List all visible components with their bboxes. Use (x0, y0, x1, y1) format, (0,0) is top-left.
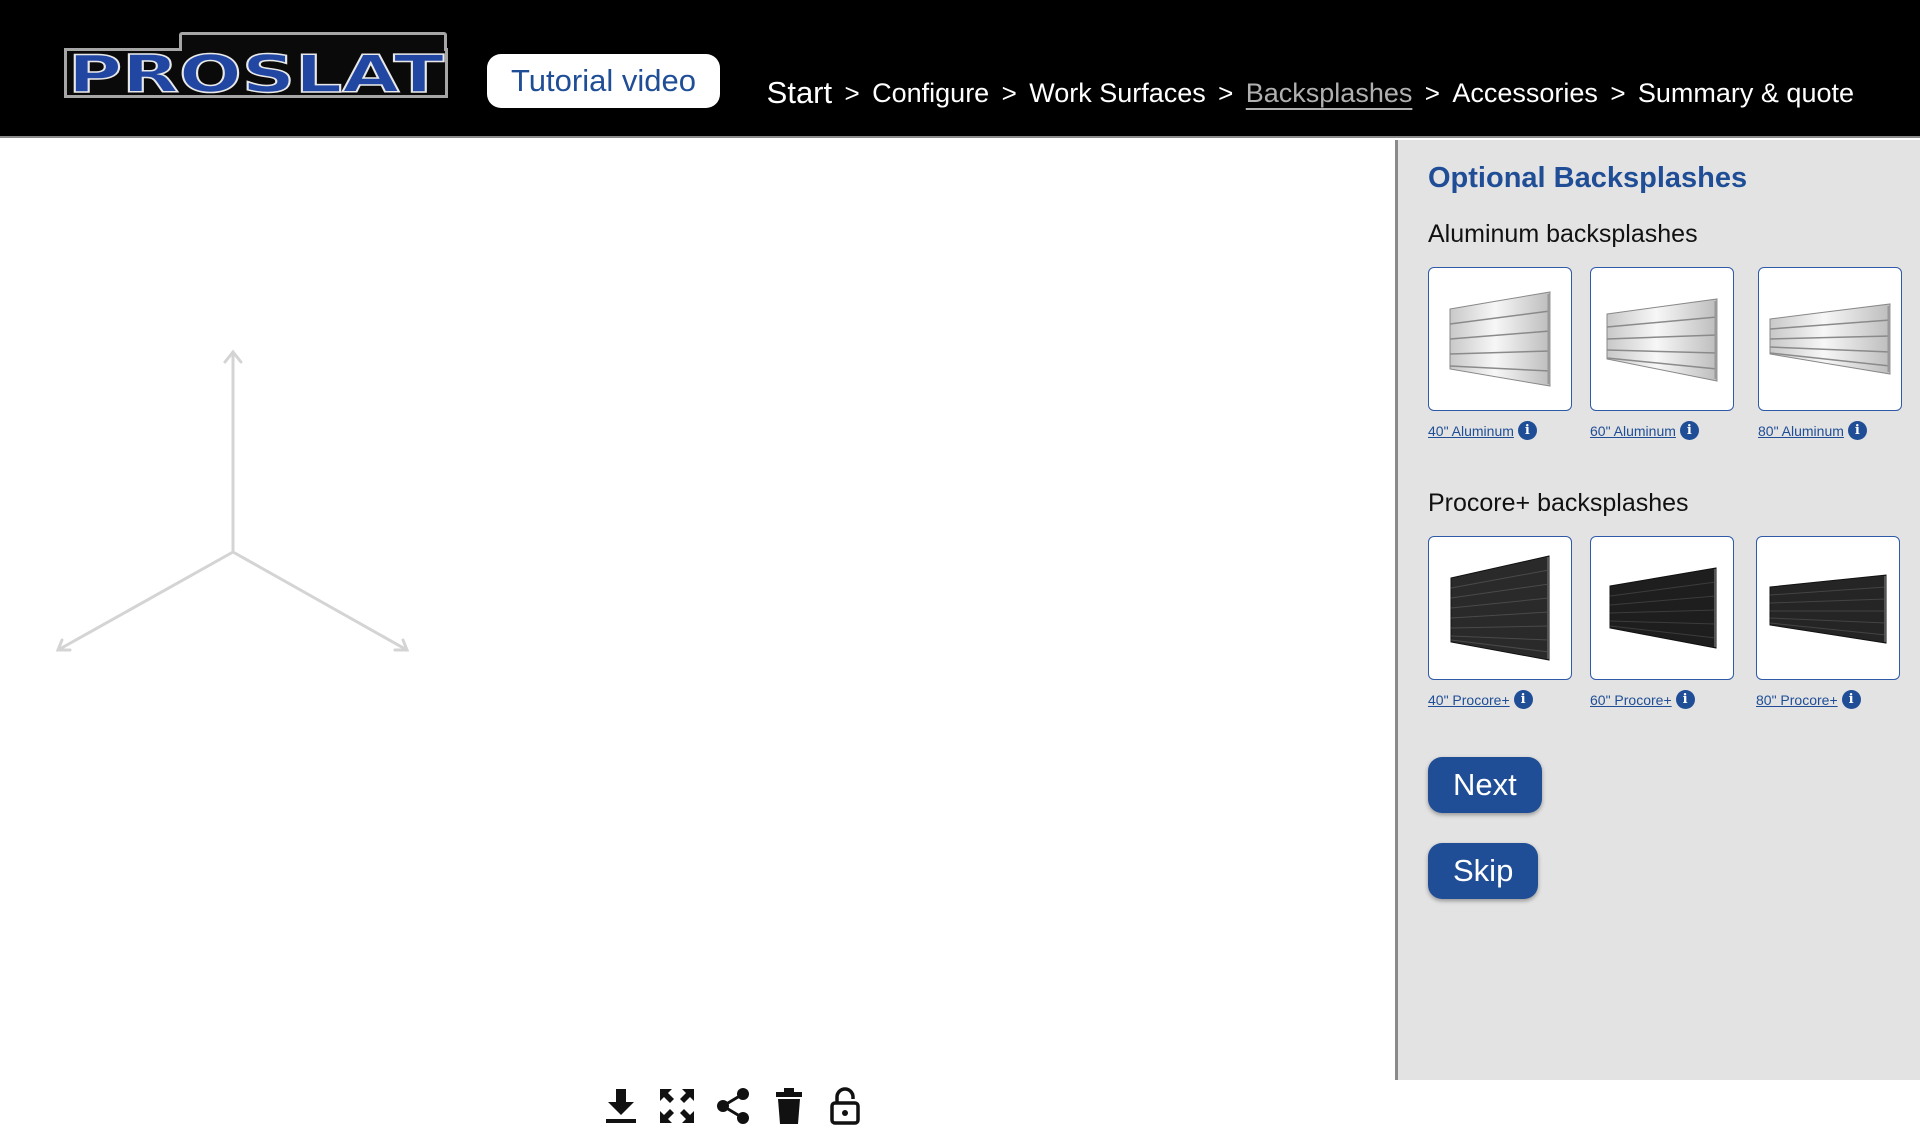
info-icon[interactable]: i (1675, 690, 1695, 709)
info-icon[interactable]: i (1847, 421, 1867, 440)
procore-60-thumbnail[interactable] (1590, 536, 1734, 680)
unlock-icon[interactable] (824, 1084, 866, 1128)
procore-options: 40" Procore+ i 60" Procore+ i 80" Procor… (1428, 536, 1900, 709)
aluminum-80-thumbnail[interactable] (1758, 267, 1902, 411)
procore-80-link[interactable]: 80" Procore+ (1756, 692, 1838, 708)
breadcrumb-backsplashes[interactable]: Backsplashes (1246, 78, 1413, 109)
trash-icon[interactable] (768, 1084, 810, 1128)
aluminum-40-thumbnail[interactable] (1428, 267, 1572, 411)
aluminum-section-title: Aluminum backsplashes (1428, 220, 1698, 248)
axis-gizmo (55, 349, 410, 652)
procore-40-link[interactable]: 40" Procore+ (1428, 692, 1510, 708)
procore-60-link[interactable]: 60" Procore+ (1590, 692, 1672, 708)
info-icon[interactable]: i (1679, 421, 1699, 440)
breadcrumb-summary-quote[interactable]: Summary & quote (1638, 78, 1854, 109)
aluminum-40-link[interactable]: 40" Aluminum (1428, 423, 1514, 439)
info-icon[interactable]: i (1841, 690, 1861, 709)
info-icon[interactable]: i (1513, 690, 1533, 709)
procore-section-title: Procore+ backsplashes (1428, 489, 1689, 517)
proslat-logo[interactable]: PROSLAT (64, 30, 448, 110)
aluminum-60-thumbnail[interactable] (1590, 267, 1734, 411)
aluminum-80-option[interactable]: 80" Aluminum i (1758, 267, 1902, 440)
3d-viewport[interactable] (0, 140, 1395, 1125)
breadcrumb-separator: > (1001, 77, 1017, 108)
breadcrumb: Start > Configure > Work Surfaces > Back… (767, 70, 1854, 116)
procore-60-option[interactable]: 60" Procore+ i (1590, 536, 1734, 709)
breadcrumb-work-surfaces[interactable]: Work Surfaces (1029, 78, 1206, 109)
breadcrumb-separator: > (1218, 77, 1234, 108)
panel-title: Optional Backsplashes (1428, 162, 1748, 194)
fullscreen-icon[interactable] (656, 1084, 698, 1128)
aluminum-40-option[interactable]: 40" Aluminum i (1428, 267, 1572, 440)
info-icon[interactable]: i (1517, 421, 1537, 440)
breadcrumb-separator: > (1610, 77, 1626, 108)
procore-80-thumbnail[interactable] (1756, 536, 1900, 680)
procore-40-option[interactable]: 40" Procore+ i (1428, 536, 1572, 709)
breadcrumb-configure[interactable]: Configure (872, 78, 989, 109)
tutorial-video-button[interactable]: Tutorial video (487, 54, 720, 108)
breadcrumb-separator: > (844, 77, 860, 108)
aluminum-60-option[interactable]: 60" Aluminum i (1590, 267, 1734, 440)
aluminum-60-link[interactable]: 60" Aluminum (1590, 423, 1676, 439)
download-icon[interactable] (600, 1084, 642, 1128)
skip-button[interactable]: Skip (1428, 843, 1539, 899)
breadcrumb-start[interactable]: Start (767, 75, 832, 111)
options-panel: Optional Backsplashes Aluminum backsplas… (1395, 140, 1920, 1080)
aluminum-options: 40" Aluminum i 60" Aluminum i 80" Alumin… (1428, 267, 1902, 440)
logo-text: PROSLAT (68, 45, 445, 105)
breadcrumb-separator: > (1424, 77, 1440, 108)
procore-80-option[interactable]: 80" Procore+ i (1756, 536, 1900, 709)
share-icon[interactable] (712, 1084, 754, 1128)
viewport-toolbar (600, 1084, 866, 1128)
next-button[interactable]: Next (1428, 757, 1542, 813)
breadcrumb-accessories[interactable]: Accessories (1452, 78, 1598, 109)
top-bar: PROSLAT Tutorial video Start > Configure… (0, 0, 1920, 138)
procore-40-thumbnail[interactable] (1428, 536, 1572, 680)
aluminum-80-link[interactable]: 80" Aluminum (1758, 423, 1844, 439)
